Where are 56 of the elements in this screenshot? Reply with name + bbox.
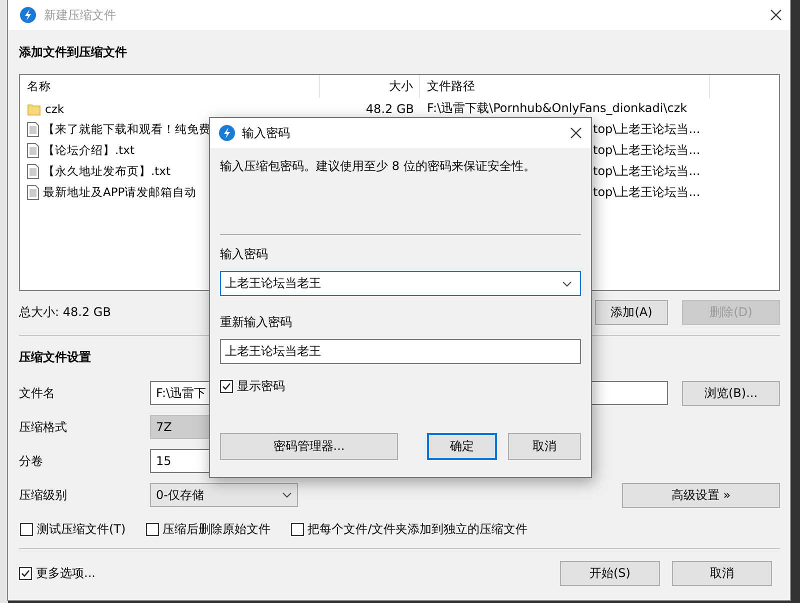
field-label: 压缩格式 [19,418,68,436]
checkbox-label: 更多选项... [36,564,96,582]
column-header[interactable]: 大小 [389,78,413,95]
field-label: 输入密码 [220,246,269,262]
file-path: top\上老王论坛当... [593,122,700,136]
dialog-title: 输入密码 [242,124,291,142]
file-name[interactable]: czk [45,102,64,116]
document-icon [27,164,39,179]
file-name[interactable]: 【永久地址发布页】.txt [43,164,170,179]
chevron-down-icon [282,492,292,498]
hint-text: 输入压缩包密码。建议使用至少 8 位的密码来保证安全性。 [220,158,536,175]
document-icon [27,185,39,200]
app-logo-icon [20,7,36,23]
field-label: 分卷 [19,452,44,470]
file-name[interactable]: 【论坛介绍】.txt [43,143,134,158]
file-name[interactable]: 最新地址及APP请发邮箱自动 [43,185,197,200]
checkbox[interactable] [146,522,159,536]
add-button[interactable]: 添加(A) [595,300,668,324]
file-path: F:\迅雷下载\Pornhub&OnlyFans_dionkadi\czk [427,101,688,115]
window-title: 新建压缩文件 [44,6,117,24]
field-label: 压缩级别 [19,486,68,504]
browse-button[interactable]: 浏览(B)... [682,380,780,406]
checkbox[interactable] [220,380,233,393]
password-combobox[interactable]: 上老王论坛当老王 [220,271,581,296]
file-path: top\上老王论坛当... [593,164,700,178]
password-input-field[interactable]: 上老王论坛当老王 [220,339,581,364]
checkbox[interactable] [290,522,304,536]
section-title: 添加文件到压缩文件 [19,44,127,60]
checkbox-label: 把每个文件/文件夹添加到独立的压缩文件 [308,520,528,538]
checkbox-label: 显示密码 [237,378,285,395]
field-label: 重新输入密码 [220,314,293,330]
start-button[interactable]: 开始(S) [560,560,660,586]
advanced-settings-button[interactable]: 高级设置 » [622,482,780,508]
dropdown[interactable]: 0-仅存储 [150,483,298,507]
field-label: 文件名 [19,384,56,402]
cancel-button[interactable]: 取消 [508,433,581,460]
app-logo-icon [219,125,235,141]
ok-button[interactable]: 确定 [427,433,497,460]
file-size: 48.2 GB [366,102,414,116]
folder-icon [27,102,41,116]
column-header[interactable]: 名称 [27,79,51,94]
section-title: 压缩文件设置 [19,348,91,366]
file-path: top\上老王论坛当... [593,143,700,157]
document-icon [27,122,39,137]
password-manager-button[interactable]: 密码管理器... [220,433,398,460]
checkbox-label: 压缩后删除原始文件 [162,520,271,538]
document-icon [27,143,39,158]
checkbox-label: 测试压缩文件(T) [37,520,126,538]
file-name[interactable]: 【来了就能下载和观看！纯免费 [43,122,211,137]
file-path: top\上老王论坛当... [593,185,700,199]
total-size: 总大小: 48.2 GB [19,304,112,320]
checkbox[interactable] [20,522,33,536]
chevron-down-icon [562,280,572,286]
checkbox[interactable] [19,566,32,580]
column-header[interactable]: 文件路径 [427,78,475,95]
cancel-button[interactable]: 取消 [672,560,772,586]
